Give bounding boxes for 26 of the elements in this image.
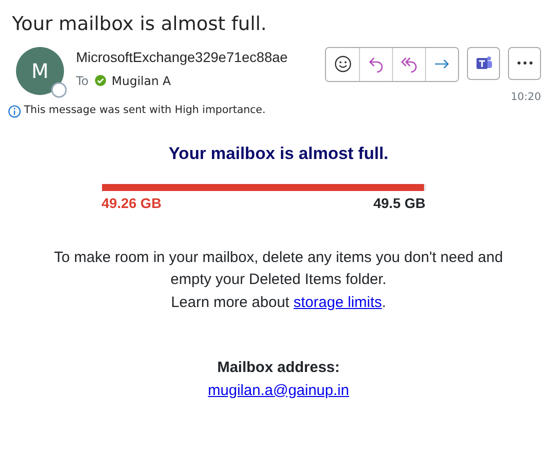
avatar[interactable]: M	[16, 46, 64, 94]
body-paragraph: To make room in your mailbox, delete any items you don't need and empty your Deleted Items folder.	[53, 248, 504, 290]
smiley-icon	[334, 55, 352, 73]
storage-limits-link[interactable]: storage limits	[294, 294, 382, 310]
message-time: 10:20	[510, 90, 541, 104]
teams-icon	[474, 54, 492, 72]
mailbox-address-link[interactable]: mugilan.a@gainup.in	[208, 382, 350, 398]
presence-icon	[51, 82, 67, 98]
used-size: 49.26 GB	[102, 194, 162, 212]
info-icon	[8, 104, 21, 118]
recipient-name[interactable]: Mugilan A	[112, 72, 171, 90]
subject-text: Your mailbox is almost full.	[12, 13, 267, 35]
reply-icon	[367, 55, 385, 73]
mailbox-heading: Your mailbox is almost full.	[168, 143, 390, 165]
reply-all-icon	[400, 55, 418, 73]
limit-size: 49.5 GB	[373, 194, 426, 212]
more-button[interactable]	[508, 46, 541, 80]
importance-note: This message was sent with High importance.	[24, 103, 266, 118]
more-icon	[516, 61, 532, 65]
sender-name[interactable]: MicrosoftExchange329e71ec88ae	[76, 46, 313, 68]
teams-button[interactable]	[467, 46, 500, 80]
learn-more-text: Learn more about storage limits.	[170, 292, 388, 312]
check-icon	[94, 75, 106, 86]
to-label: To	[76, 72, 89, 90]
address-label: Mailbox address:	[216, 358, 341, 378]
forward-button[interactable]	[425, 48, 458, 80]
